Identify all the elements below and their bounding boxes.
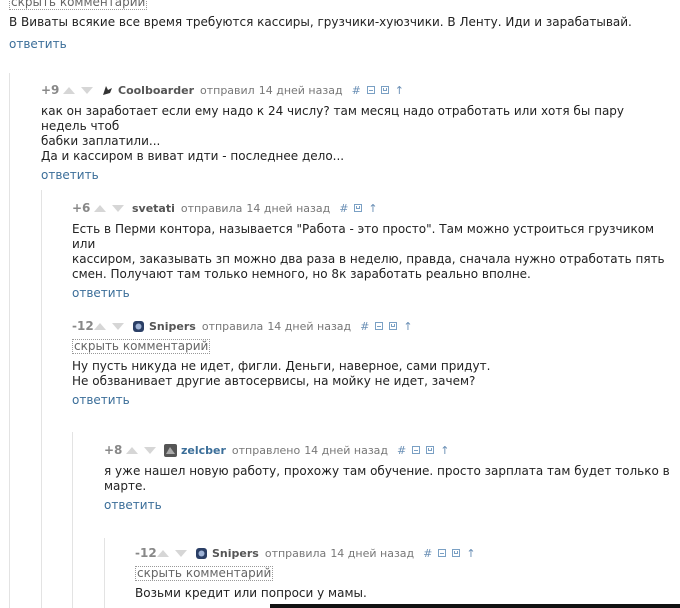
downvote-icon[interactable] — [112, 204, 124, 212]
author-link[interactable]: Snipers — [212, 547, 259, 560]
overlay-edge — [270, 604, 680, 608]
date: 14 дней назад — [267, 319, 352, 333]
comment-snipers: -12 Snipers отправила 14 дней назад # ↑ … — [72, 318, 672, 407]
comment-coolboarder: +9 Coolboarder отправил 14 дней назад # … — [41, 82, 671, 182]
score: -12 — [72, 319, 94, 333]
permalink-icon[interactable]: # — [360, 320, 369, 333]
parent-arrow-icon[interactable]: ↑ — [403, 320, 412, 333]
text-line: смен. Получают там только немного, но 8к… — [72, 267, 531, 281]
permalink-icon[interactable]: # — [352, 84, 361, 97]
permalink-icon[interactable]: # — [397, 444, 406, 457]
downvote-icon[interactable] — [112, 322, 124, 330]
upvote-icon[interactable] — [94, 204, 106, 212]
avatar[interactable] — [164, 443, 177, 457]
text-line: бабки заплатили... — [41, 134, 161, 148]
upvote-icon[interactable] — [126, 446, 138, 454]
parent-arrow-icon[interactable]: ↑ — [440, 444, 449, 457]
comment-meta: +8 zelcber отправлено 14 дней назад # ↑ — [104, 442, 672, 458]
comment-zelcber: +8 zelcber отправлено 14 дней назад # ↑ … — [104, 442, 672, 512]
author-link[interactable]: svetati — [132, 202, 175, 215]
downvote-icon[interactable] — [175, 549, 187, 557]
score: -12 — [135, 546, 157, 560]
parent-arrow-icon[interactable]: ↑ — [368, 202, 377, 215]
text-line: кассиром, заказывать зп можно два раза в… — [72, 252, 665, 266]
avatar[interactable] — [101, 84, 114, 97]
hide-comment-link[interactable]: скрыть комментарий — [135, 566, 274, 581]
thread-line — [41, 190, 42, 608]
collapse-icon[interactable] — [438, 549, 447, 557]
reply-link[interactable]: ответить — [9, 37, 67, 51]
comment-snipers-2: -12 Snipers отправила 14 дней назад # ↑ … — [135, 545, 675, 601]
text-line: как он заработает если ему надо к 24 чис… — [41, 104, 625, 133]
action-text: отправила — [201, 319, 264, 333]
text-line: я уже нашел новую работу, прохожу там об… — [104, 464, 670, 478]
permalink-icon[interactable]: # — [339, 202, 348, 215]
author-link[interactable]: zelcber — [181, 444, 226, 457]
save-icon[interactable] — [426, 446, 435, 454]
comment-text: В Виваты всякие все время требуются касс… — [9, 15, 632, 29]
date: 14 дней назад — [304, 443, 389, 457]
save-icon[interactable] — [389, 322, 398, 330]
collapse-icon[interactable] — [412, 446, 421, 454]
action-text: отправила — [264, 546, 327, 560]
date: 14 дней назад — [246, 201, 331, 215]
comment-meta: -12 Snipers отправила 14 дней назад # ↑ — [135, 545, 675, 561]
text-line: Возьми кредит или попроси у мамы. — [135, 586, 367, 600]
reply-link[interactable]: ответить — [72, 393, 130, 407]
hide-comment-link[interactable]: скрыть комментарий — [72, 339, 211, 354]
text-line: марте. — [104, 479, 147, 493]
comment-text: я уже нашел новую работу, прохожу там об… — [104, 464, 672, 494]
comment-text: Ну пусть никуда не идет, фигли. Деньги, … — [72, 359, 672, 389]
score: +9 — [41, 83, 60, 97]
score: +8 — [104, 443, 123, 457]
thread-line — [72, 432, 73, 608]
author-link[interactable]: Snipers — [149, 320, 196, 333]
score: +6 — [72, 201, 91, 215]
collapse-icon[interactable] — [375, 322, 384, 330]
downvote-icon[interactable] — [144, 446, 156, 454]
permalink-icon[interactable]: # — [423, 547, 432, 560]
comment-text: Есть в Перми контора, называется "Работа… — [72, 222, 672, 282]
avatar[interactable] — [195, 547, 208, 560]
thread-line — [104, 538, 105, 608]
reply-link[interactable]: ответить — [104, 498, 162, 512]
reply-link[interactable]: ответить — [72, 286, 130, 300]
text-line: Ну пусть никуда не идет, фигли. Деньги, … — [72, 359, 491, 373]
text-line: Да и кассиром в виват идти - последнее д… — [41, 149, 345, 163]
action-text: отправил — [200, 83, 255, 97]
hide-comments-link[interactable]: скрыть комментарии — [9, 0, 148, 10]
upvote-icon[interactable] — [94, 322, 106, 330]
upvote-icon[interactable] — [63, 86, 75, 94]
reply-link[interactable]: ответить — [41, 168, 99, 182]
action-text: отправлено — [231, 443, 301, 457]
text-line: Не обзванивает другие автосервисы, на мо… — [72, 374, 476, 388]
date: 14 дней назад — [258, 83, 343, 97]
avatar[interactable] — [132, 320, 145, 333]
text-line: Есть в Перми контора, называется "Работа… — [72, 222, 655, 251]
comment-svetati: +6 svetati отправила 14 дней назад # ↑ Е… — [72, 200, 672, 300]
downvote-icon[interactable] — [81, 86, 93, 94]
comment-meta: +6 svetati отправила 14 дней назад # ↑ — [72, 200, 672, 216]
upvote-icon[interactable] — [157, 549, 169, 557]
parent-arrow-icon[interactable]: ↑ — [395, 84, 404, 97]
save-icon[interactable] — [452, 549, 461, 557]
author-link[interactable]: Coolboarder — [118, 84, 194, 97]
comment-text: как он заработает если ему надо к 24 чис… — [41, 104, 671, 164]
date: 14 дней назад — [330, 546, 415, 560]
action-text: отправила — [180, 201, 243, 215]
comment-meta: -12 Snipers отправила 14 дней назад # ↑ — [72, 318, 672, 334]
thread-line — [9, 73, 10, 608]
collapse-icon[interactable] — [366, 86, 375, 94]
comment-meta: +9 Coolboarder отправил 14 дней назад # … — [41, 82, 671, 98]
save-icon[interactable] — [380, 86, 389, 94]
comment-text: Возьми кредит или попроси у мамы. — [135, 586, 675, 601]
save-icon[interactable] — [354, 204, 363, 212]
parent-arrow-icon[interactable]: ↑ — [466, 547, 475, 560]
